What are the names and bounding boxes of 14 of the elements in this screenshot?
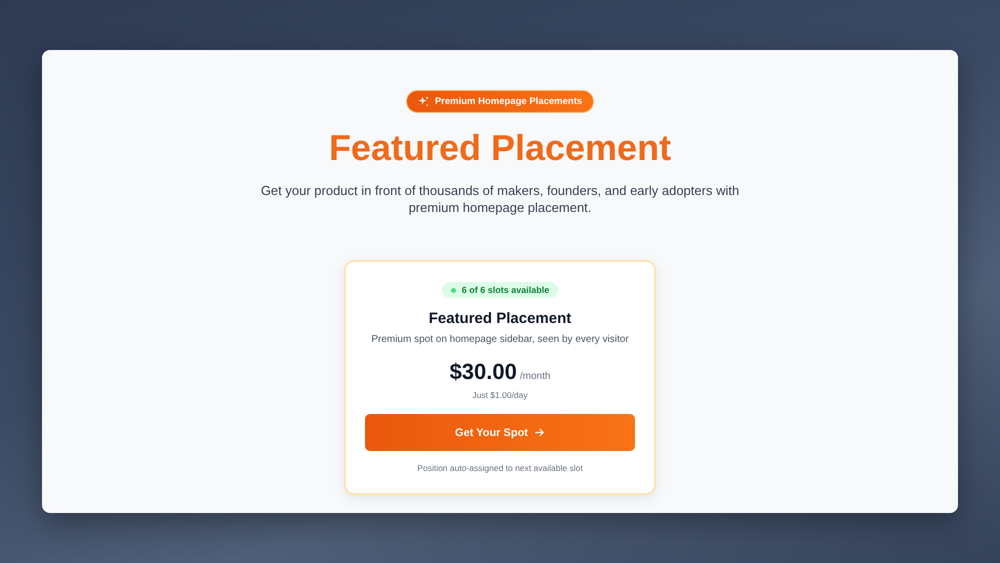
page-subtitle: Get your product in front of thousands of makers, founders, and early adopters with premium homepage placement. (260, 182, 740, 216)
daily-price: Just $1.00/day (472, 390, 528, 400)
plan-title: Featured Placement (428, 310, 572, 328)
sparkle-icon (418, 96, 429, 107)
status-dot (450, 288, 456, 293)
arrow-right-icon (534, 427, 545, 438)
badge-label: Premium Homepage Placements (434, 96, 582, 107)
get-spot-button[interactable]: Get Your Spot (365, 414, 635, 452)
price: $30.00 (450, 359, 517, 386)
price-period: /month (520, 371, 550, 382)
placement-note: Position auto-assigned to next available slot (417, 463, 583, 474)
plan-description: Premium spot on homepage sidebar, seen by every visitor (371, 334, 629, 346)
page-title: Featured Placement (328, 126, 672, 170)
availability-label: 6 of 6 slots available (462, 285, 550, 296)
